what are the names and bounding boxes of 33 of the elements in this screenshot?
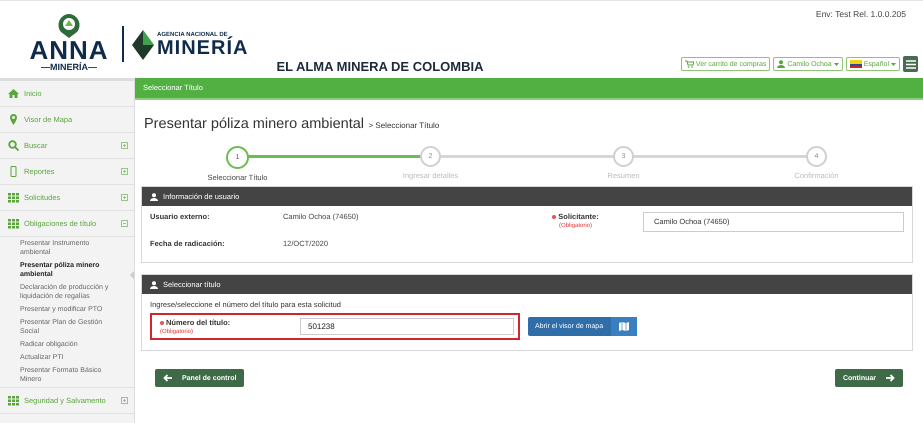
grid-icon (8, 192, 19, 203)
menu-button[interactable] (903, 56, 918, 72)
expand-icon[interactable] (121, 194, 128, 201)
agency-title: MINERÍA (157, 38, 248, 58)
cart-icon (684, 60, 694, 68)
expand-icon[interactable] (121, 142, 128, 149)
grid-icon (8, 395, 19, 406)
diamond-icon (132, 30, 154, 60)
logo-subtitle: —MINERÍA— (41, 62, 97, 72)
title-number-field[interactable]: 501238 (300, 318, 514, 335)
expand-icon[interactable] (121, 168, 128, 175)
caret-icon (834, 62, 839, 66)
map-icon (619, 322, 630, 331)
expand-icon[interactable] (121, 397, 128, 404)
environment-label: Env: Test Rel. 1.0.0.205 (816, 9, 906, 19)
breadcrumb: > Seleccionar Título (368, 121, 440, 130)
page-title: Presentar póliza minero ambiental (144, 116, 364, 132)
user-icon (150, 192, 158, 200)
caret-icon (891, 62, 896, 66)
menu-icon (906, 60, 916, 68)
user-icon (150, 280, 158, 288)
flag-icon (850, 60, 862, 68)
phone-icon (8, 166, 19, 177)
grid-icon (8, 218, 19, 229)
map-pin-icon (8, 114, 19, 125)
home-icon (8, 88, 19, 99)
collapse-icon[interactable] (121, 220, 128, 227)
arrow-left-icon (163, 374, 172, 382)
logo-text: ANNA (29, 38, 109, 62)
search-icon (8, 140, 19, 151)
slogan: EL ALMA MINERA DE COLOMBIA (276, 59, 484, 74)
user-icon (777, 60, 786, 68)
arrow-right-icon (886, 374, 895, 382)
